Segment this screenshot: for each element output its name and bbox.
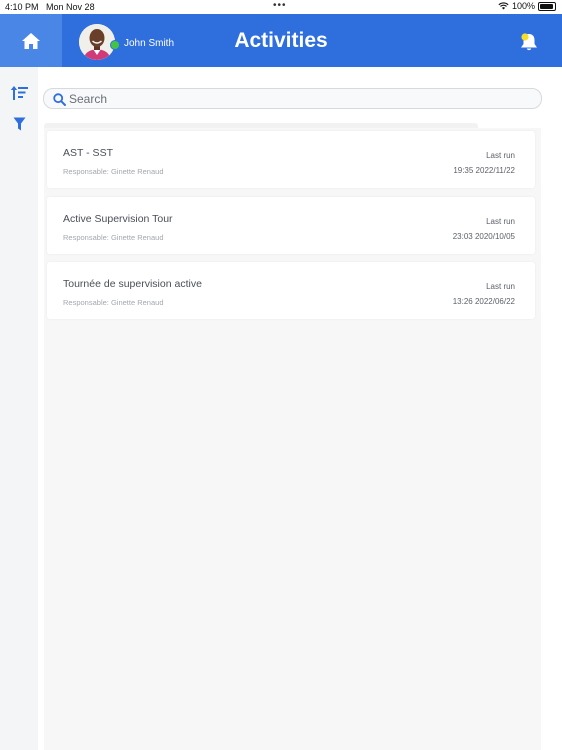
multitasking-dots[interactable]: ••• xyxy=(273,0,287,11)
last-run-date: 23:03 2020/10/05 xyxy=(452,232,515,241)
filter-icon xyxy=(13,117,26,131)
sort-icon xyxy=(10,86,28,100)
activity-name: Tournée de supervision active xyxy=(63,278,202,290)
filter-button[interactable] xyxy=(13,117,26,136)
status-right: 100% xyxy=(498,1,556,11)
notification-button[interactable] xyxy=(518,31,540,58)
battery-percent: 100% xyxy=(511,1,535,11)
activity-card[interactable]: Tournée de supervision active Responsabl… xyxy=(47,262,535,319)
sidebar xyxy=(0,67,38,750)
activity-name: AST - SST xyxy=(63,147,113,159)
user-name[interactable]: John Smith xyxy=(124,38,174,49)
last-run-date: 13:26 2022/06/22 xyxy=(452,297,515,306)
activity-card[interactable]: Active Supervision Tour Responsable: Gin… xyxy=(47,197,535,254)
bell-icon xyxy=(521,33,537,51)
last-run-date: 19:35 2022/11/22 xyxy=(453,166,515,175)
status-time: 4:10 PM Mon Nov 28 xyxy=(5,2,95,12)
activity-responsible: Responsable: Ginette Renaud xyxy=(63,233,164,242)
last-run-label: Last run xyxy=(486,282,515,291)
status-time-text: 4:10 PM xyxy=(5,2,39,12)
sort-button[interactable] xyxy=(10,85,29,106)
online-status-dot xyxy=(110,40,120,50)
last-run-label: Last run xyxy=(486,151,515,160)
app-header: John Smith xyxy=(0,14,562,67)
status-date: Mon Nov 28 xyxy=(46,2,95,12)
activity-responsible: Responsable: Ginette Renaud xyxy=(63,298,164,307)
search-icon xyxy=(53,92,66,106)
home-button[interactable] xyxy=(0,14,62,67)
activity-card[interactable]: AST - SST Responsable: Ginette Renaud La… xyxy=(47,131,535,188)
last-run-label: Last run xyxy=(486,217,515,226)
status-bar: 4:10 PM Mon Nov 28 ••• 100% xyxy=(0,0,562,14)
activity-responsible: Responsable: Ginette Renaud xyxy=(63,167,164,176)
activity-name: Active Supervision Tour xyxy=(63,213,173,225)
home-icon xyxy=(22,32,40,49)
wifi-icon xyxy=(498,2,509,10)
search-bar[interactable] xyxy=(43,88,542,109)
battery-icon xyxy=(538,1,556,11)
search-input[interactable] xyxy=(69,91,509,106)
